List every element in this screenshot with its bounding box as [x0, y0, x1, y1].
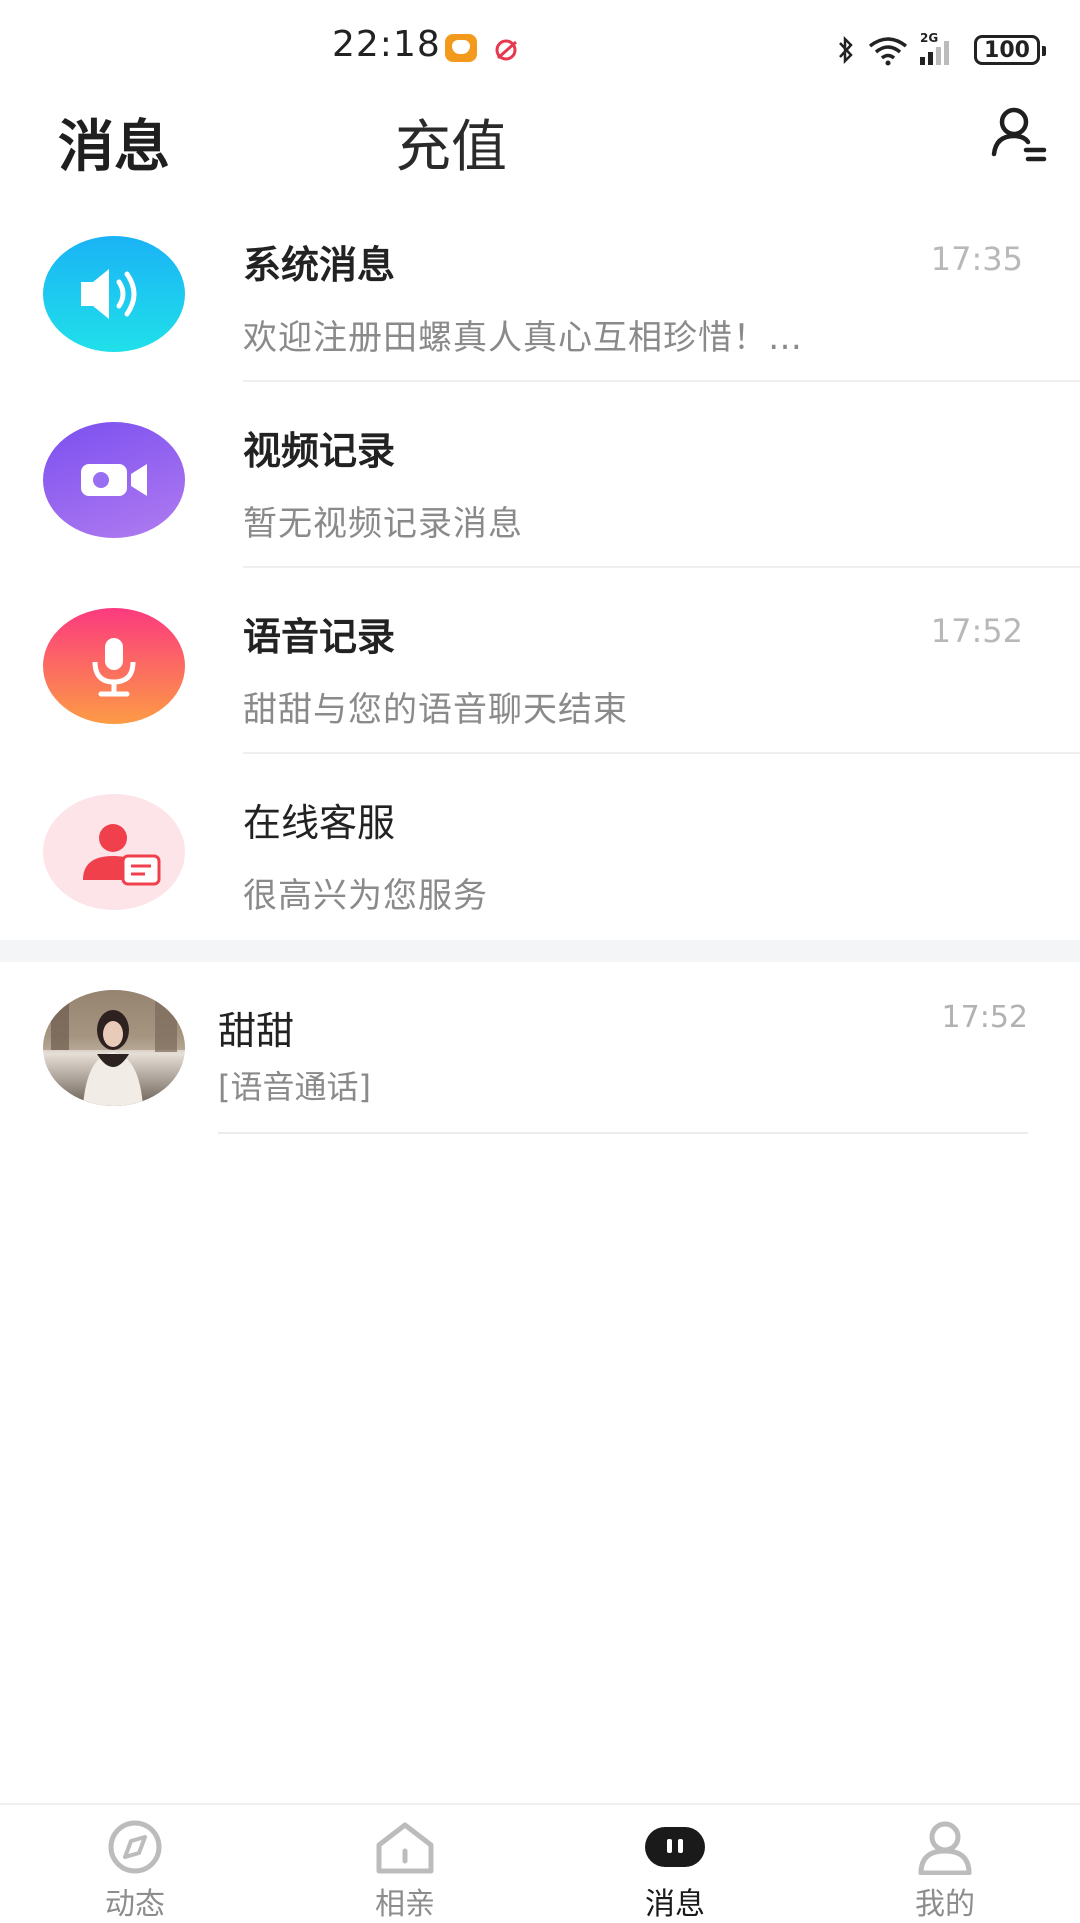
- online-service-avatar: [43, 794, 185, 910]
- user-photo: [43, 990, 185, 1106]
- status-bar: 22:18 2G 100: [0, 0, 1080, 96]
- list-item-voice-records[interactable]: 语音记录 甜甜与您的语音聊天结束 17:52: [0, 568, 1080, 754]
- app-notification-icon: [445, 34, 477, 62]
- chat-last-message: [语音通话]: [218, 1068, 371, 1106]
- bluetooth-icon: [839, 35, 853, 65]
- divider: [218, 1132, 1028, 1134]
- customer-service-icon: [83, 824, 161, 886]
- nav-item-dating[interactable]: 相亲: [270, 1805, 540, 1922]
- microphone-icon: [92, 638, 136, 697]
- row-subtitle: 甜甜与您的语音聊天结束: [243, 690, 628, 730]
- row-title: 系统消息: [243, 243, 396, 287]
- nav-item-profile[interactable]: 我的: [810, 1805, 1080, 1922]
- status-icons: 2G 100: [836, 30, 1046, 70]
- status-time: 22:18: [332, 24, 441, 65]
- nav-label: 相亲: [375, 1887, 435, 1922]
- row-time: 17:35: [930, 240, 1023, 278]
- chat-time: 17:52: [941, 1000, 1028, 1035]
- compass-icon: [108, 1820, 162, 1874]
- speaker-icon: [81, 269, 137, 319]
- video-camera-icon: [81, 464, 147, 496]
- avatar[interactable]: [43, 990, 185, 1106]
- row-subtitle: 欢迎注册田螺真人真心互相珍惜！…: [243, 318, 803, 358]
- nav-item-messages[interactable]: 消息: [540, 1805, 810, 1922]
- top-header: 消息 充值: [0, 96, 1080, 206]
- list-item-online-service[interactable]: 在线客服 很高兴为您服务: [0, 754, 1080, 940]
- bottom-navigation: 动态 相亲 消息 我的: [0, 1803, 1080, 1922]
- section-divider: [0, 940, 1080, 962]
- chat-name: 甜甜: [218, 1009, 295, 1053]
- message-bubble-icon: [645, 1827, 705, 1867]
- nav-label: 消息: [645, 1887, 705, 1922]
- row-title: 在线客服: [243, 801, 396, 845]
- network-type-label: 2G: [920, 31, 939, 45]
- list-item-system-messages[interactable]: 系统消息 欢迎注册田螺真人真心互相珍惜！… 17:35: [0, 196, 1080, 382]
- row-title: 视频记录: [243, 429, 396, 473]
- row-subtitle: 暂无视频记录消息: [243, 504, 523, 544]
- nav-label: 动态: [105, 1887, 165, 1922]
- wifi-icon: [868, 37, 908, 66]
- voice-records-avatar: [43, 608, 185, 724]
- row-time: 17:52: [930, 612, 1023, 650]
- video-records-avatar: [43, 422, 185, 538]
- contacts-icon[interactable]: [988, 104, 1048, 164]
- chat-list-item[interactable]: 甜甜 [语音通话] 17:52: [0, 962, 1080, 1134]
- tab-recharge[interactable]: 充值: [395, 102, 507, 183]
- battery-level: 100: [984, 37, 1030, 63]
- profile-icon: [918, 1821, 972, 1875]
- system-messages-avatar: [43, 236, 185, 352]
- row-title: 语音记录: [243, 615, 396, 659]
- nav-label: 我的: [915, 1887, 975, 1922]
- row-subtitle: 很高兴为您服务: [243, 876, 488, 916]
- signal-icon: 2G: [920, 31, 964, 65]
- nav-item-feed[interactable]: 动态: [0, 1805, 270, 1922]
- home-icon: [376, 1822, 434, 1874]
- list-item-video-records[interactable]: 视频记录 暂无视频记录消息: [0, 382, 1080, 568]
- battery-indicator: 100: [974, 35, 1046, 65]
- app-notification-icon-2: [495, 39, 517, 61]
- tab-messages[interactable]: 消息: [58, 102, 170, 183]
